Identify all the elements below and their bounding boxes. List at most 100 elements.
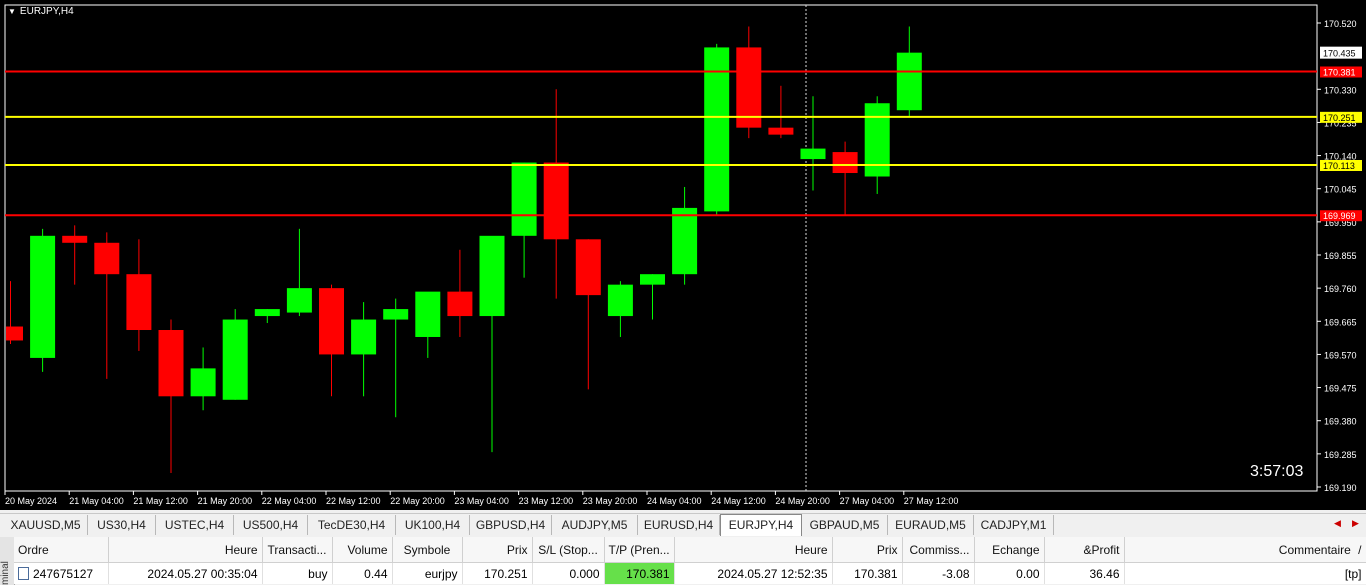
order-document-icon: [18, 566, 29, 580]
column-header[interactable]: &Profit: [1044, 537, 1125, 563]
column-header[interactable]: Heure: [108, 537, 263, 563]
current-price-label: 170.435: [1323, 49, 1356, 59]
column-header[interactable]: Transacti...: [262, 537, 333, 563]
cell-value: eurjpy: [424, 566, 458, 581]
cell-value: 0.00: [1016, 566, 1040, 581]
candle-body: [286, 288, 312, 313]
price-tick-label: 169.475: [1324, 384, 1357, 394]
candle-body: [222, 319, 248, 400]
table-cell: 170.251: [462, 562, 533, 584]
candle-body: [190, 368, 216, 397]
table-cell: 2024.05.27 12:52:35: [674, 562, 833, 584]
candle-body: [640, 274, 665, 285]
candle-body: [511, 162, 537, 236]
cell-value: 0.44: [364, 566, 388, 581]
table-cell: buy: [262, 562, 333, 584]
candle-body: [126, 274, 152, 331]
time-tick-label: 24 May 20:00: [775, 496, 830, 506]
candle-body: [415, 291, 441, 337]
tab-eurjpy-h4[interactable]: EURJPY,H4: [720, 514, 802, 536]
candle-body: [6, 326, 23, 341]
candle-body: [672, 207, 698, 275]
time-tick-label: 23 May 04:00: [454, 496, 509, 506]
column-header[interactable]: Commentaire /: [1124, 537, 1366, 563]
tab-us500-h4[interactable]: US500,H4: [234, 515, 308, 535]
table-cell: 247675127: [14, 562, 109, 584]
price-chart[interactable]: 170.520170.330170.235170.140170.045169.9…: [0, 0, 1366, 510]
cell-value: 170.381: [854, 566, 898, 581]
time-tick-label: 20 May 2024: [5, 496, 57, 506]
terminal-side-label[interactable]: minal: [0, 537, 15, 585]
time-tick-label: 21 May 20:00: [198, 496, 253, 506]
candle-body: [158, 330, 184, 397]
candle-body: [832, 152, 858, 174]
candle-body: [62, 235, 88, 243]
tab-audjpy-m5[interactable]: AUDJPY,M5: [552, 515, 638, 535]
tab-gbpaud-m5[interactable]: GBPAUD,M5: [802, 515, 888, 535]
line-price-label: 169.969: [1323, 211, 1356, 221]
candle-body: [479, 235, 505, 317]
table-cell: 0.000: [532, 562, 605, 584]
candle-body: [447, 291, 473, 317]
time-tick-label: 23 May 12:00: [519, 496, 574, 506]
price-tick-label: 169.570: [1324, 350, 1357, 360]
line-price-label: 170.381: [1323, 67, 1356, 77]
tab-us30-h4[interactable]: US30,H4: [88, 515, 156, 535]
cell-value: 36.46: [1089, 566, 1120, 581]
column-header[interactable]: Heure: [674, 537, 833, 563]
column-header[interactable]: Symbole: [392, 537, 463, 563]
candle-body: [543, 162, 569, 240]
time-tick-label: 24 May 04:00: [647, 496, 702, 506]
table-cell: 170.381: [832, 562, 903, 584]
candle-countdown: 3:57:03: [1250, 463, 1304, 480]
tab-uk100-h4[interactable]: UK100,H4: [396, 515, 470, 535]
cell-value: -3.08: [942, 566, 970, 581]
cell-value: 0.000: [569, 566, 600, 581]
tab-xauusd-m5[interactable]: XAUUSD,M5: [4, 515, 88, 535]
tab-eurusd-h4[interactable]: EURUSD,H4: [638, 515, 720, 535]
table-row[interactable]: 247675127 2024.05.27 00:35:04 buy 0.44 eurjp…: [14, 562, 1366, 584]
candle: [704, 43, 730, 215]
tabs-scroll-right-icon[interactable]: ▶: [1352, 518, 1359, 529]
column-header[interactable]: T/P (Pren...: [604, 537, 675, 563]
candle-body: [896, 52, 922, 111]
candle-body: [575, 239, 601, 296]
tabs-scroll-left-icon[interactable]: ◀: [1334, 518, 1341, 529]
cell-value: 2024.05.27 12:52:35: [717, 566, 828, 581]
table-cell: eurjpy: [392, 562, 463, 584]
tab-ustec-h4[interactable]: USTEC,H4: [156, 515, 234, 535]
table-header-row: Ordre Heure Transacti... Volume Symbole Prix S…: [14, 537, 1366, 563]
column-header[interactable]: S/L (Stop...: [532, 537, 605, 563]
column-header[interactable]: Echange: [974, 537, 1045, 563]
table-cell: 0.44: [332, 562, 393, 584]
price-tick-label: 169.380: [1324, 417, 1357, 427]
time-tick-label: 24 May 12:00: [711, 496, 766, 506]
tab-tecde30-h4[interactable]: TecDE30,H4: [308, 515, 396, 535]
column-header[interactable]: Commiss...: [902, 537, 975, 563]
chart-window[interactable]: 170.520 170.330 170.235 170.140 170.045 169.9…: [0, 0, 1366, 510]
candle-body: [736, 47, 762, 128]
column-header[interactable]: Volume: [332, 537, 393, 563]
tab-euraud-m5[interactable]: EURAUD,M5: [888, 515, 974, 535]
price-tick-label: 169.190: [1324, 483, 1357, 493]
chart-symbol-label[interactable]: ▼ EURJPY,H4: [8, 6, 74, 17]
candle-body: [319, 288, 344, 355]
price-tick-label: 170.520: [1324, 19, 1357, 29]
cell-value: 170.251: [484, 566, 528, 581]
time-tick-label: 22 May 04:00: [262, 496, 317, 506]
candle-body: [94, 242, 120, 275]
candle: [222, 309, 248, 400]
sort-indicator-icon: /: [1354, 542, 1362, 557]
table-cell: 36.46: [1044, 562, 1125, 584]
cell-value: buy: [308, 566, 328, 581]
line-price-label: 170.251: [1323, 113, 1356, 123]
tab-cadjpy-m1[interactable]: CADJPY,M1: [974, 515, 1054, 535]
price-tick-label: 169.760: [1324, 284, 1357, 294]
dropdown-triangle-icon[interactable]: ▼: [8, 7, 16, 16]
column-header[interactable]: Prix: [832, 537, 903, 563]
column-header[interactable]: Prix: [462, 537, 533, 563]
time-tick-label: 27 May 04:00: [840, 496, 895, 506]
price-tick-label: 169.285: [1324, 450, 1357, 460]
tab-gbpusd-h4[interactable]: GBPUSD,H4: [470, 515, 552, 535]
column-header[interactable]: Ordre: [14, 537, 109, 563]
